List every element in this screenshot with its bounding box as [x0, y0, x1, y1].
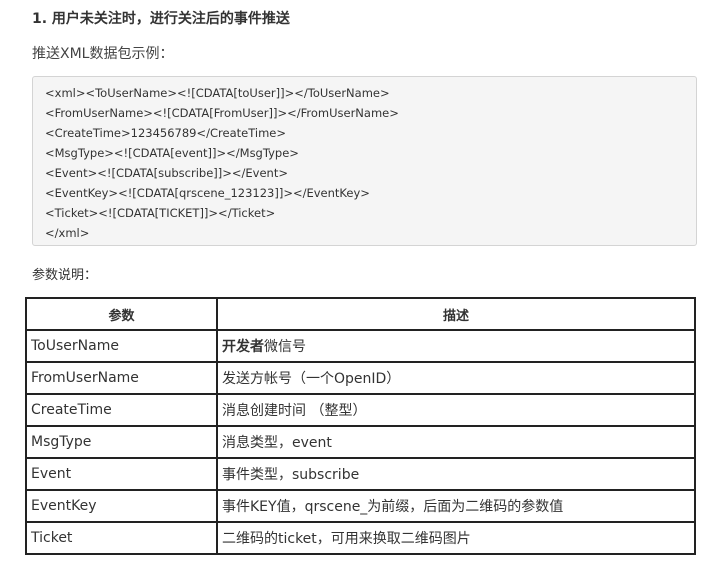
table-row: CreateTime 消息创建时间 （整型） — [25, 393, 696, 427]
params-label: 参数说明： — [32, 268, 98, 283]
code-line: </xml> — [45, 226, 90, 240]
param-description: 消息创建时间 （整型） — [216, 393, 696, 427]
header-description: 描述 — [216, 297, 696, 331]
param-description: 发送方帐号（一个OpenID） — [216, 361, 696, 395]
param-name: CreateTime — [25, 393, 218, 427]
param-description: 消息类型，event — [216, 425, 696, 459]
params-table: 参数 描述 ToUserName 开发者微信号 FromUserName 发送方… — [25, 297, 696, 555]
table-row: EventKey 事件KEY值，qrscene_为前缀，后面为二维码的参数值 — [25, 489, 696, 523]
table-row: ToUserName 开发者微信号 — [25, 329, 696, 363]
code-line: <EventKey><![CDATA[qrscene_123123]]></Ev… — [45, 186, 370, 200]
param-description: 事件类型，subscribe — [216, 457, 696, 491]
param-description: 二维码的ticket，可用来换取二维码图片 — [216, 521, 696, 555]
xml-example-intro: 推送XML数据包示例： — [32, 46, 174, 62]
param-description: 事件KEY值，qrscene_为前缀，后面为二维码的参数值 — [216, 489, 696, 523]
param-name: Ticket — [25, 521, 218, 555]
code-line: <Event><![CDATA[subscribe]]></Event> — [45, 166, 288, 180]
section-heading: 1. 用户未关注时，进行关注后的事件推送 — [32, 11, 290, 27]
description-text: 微信号 — [264, 339, 306, 355]
param-description: 开发者微信号 — [216, 329, 696, 363]
code-line: <Ticket><![CDATA[TICKET]]></Ticket> — [45, 206, 276, 220]
table-row: FromUserName 发送方帐号（一个OpenID） — [25, 361, 696, 395]
table-header-row: 参数 描述 — [25, 297, 696, 331]
table-row: Event 事件类型，subscribe — [25, 457, 696, 491]
param-name: EventKey — [25, 489, 218, 523]
param-name: ToUserName — [25, 329, 218, 363]
param-name: Event — [25, 457, 218, 491]
description-bold: 开发者 — [222, 339, 264, 355]
table-row: Ticket 二维码的ticket，可用来换取二维码图片 — [25, 521, 696, 555]
code-line: <xml><ToUserName><![CDATA[toUser]]></ToU… — [45, 86, 390, 100]
code-line: <MsgType><![CDATA[event]]></MsgType> — [45, 146, 299, 160]
code-line: <FromUserName><![CDATA[FromUser]]></From… — [45, 106, 399, 120]
xml-code-block: <xml><ToUserName><![CDATA[toUser]]></ToU… — [32, 76, 697, 246]
param-name: FromUserName — [25, 361, 218, 395]
header-param: 参数 — [25, 297, 218, 331]
table-row: MsgType 消息类型，event — [25, 425, 696, 459]
param-name: MsgType — [25, 425, 218, 459]
code-line: <CreateTime>123456789</CreateTime> — [45, 126, 286, 140]
